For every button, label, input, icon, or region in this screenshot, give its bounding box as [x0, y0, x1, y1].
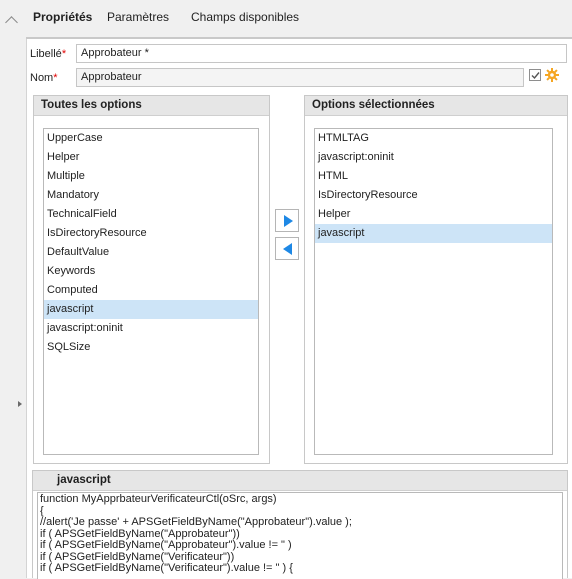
selected-options-group: Options sélectionnées HTMLTAG javascript:… [304, 95, 568, 464]
code-line: //alert('Je passe' + APSGetFieldByName("… [40, 516, 352, 528]
code-line: if ( APSGetFieldByName("Approbateur").va… [40, 539, 292, 551]
selected-options-title: Options sélectionnées [305, 96, 567, 116]
tab-champs-disponibles[interactable]: Champs disponibles [191, 10, 299, 24]
list-item[interactable]: HTMLTAG [315, 129, 552, 148]
javascript-editor-title: javascript [33, 471, 567, 491]
list-item[interactable]: javascript [44, 300, 258, 319]
list-item[interactable]: DefaultValue [44, 243, 258, 262]
nom-label: Nom* [30, 72, 58, 84]
all-options-list[interactable]: UpperCase Helper Multiple Mandatory Technica… [43, 128, 259, 455]
list-item[interactable]: IsDirectoryResource [315, 186, 552, 205]
list-item[interactable]: UpperCase [44, 129, 258, 148]
tab-proprietes[interactable]: Propriétés [33, 10, 92, 24]
tab-parametres[interactable]: Paramètres [107, 10, 169, 24]
list-item[interactable]: TechnicalField [44, 205, 258, 224]
list-item[interactable]: Mandatory [44, 186, 258, 205]
gear-icon[interactable] [545, 68, 559, 82]
javascript-editor-group: javascript function MyApprbateurVerifica… [32, 470, 568, 579]
list-item[interactable]: javascript [315, 224, 552, 243]
all-options-group: Toutes les options UpperCase Helper Multip… [33, 95, 270, 464]
selected-options-list[interactable]: HTMLTAG javascript:oninit HTML IsDirectoryR… [314, 128, 553, 455]
code-line: function MyApprbateurVerificateurCtl(oSr… [40, 493, 277, 505]
list-item[interactable]: SQLSize [44, 338, 258, 357]
list-item[interactable]: Keywords [44, 262, 258, 281]
tab-bar: Propriétés Paramètres Champs disponibles [26, 0, 572, 38]
libelle-input[interactable]: Approbateur * [76, 44, 567, 63]
list-item[interactable]: IsDirectoryResource [44, 224, 258, 243]
code-line: if ( APSGetFieldByName("Verificateur").v… [40, 562, 293, 574]
move-left-button[interactable] [275, 237, 299, 260]
list-item[interactable]: HTML [315, 167, 552, 186]
move-right-button[interactable] [275, 209, 299, 232]
nom-input[interactable]: Approbateur [76, 68, 524, 87]
checkbox-checked-icon[interactable] [529, 69, 541, 81]
chevron-right-icon[interactable] [18, 401, 22, 407]
list-item[interactable]: Multiple [44, 167, 258, 186]
list-item[interactable]: javascript:oninit [315, 148, 552, 167]
all-options-title: Toutes les options [34, 96, 269, 116]
chevron-up-icon[interactable] [5, 16, 18, 29]
list-item[interactable]: javascript:oninit [44, 319, 258, 338]
libelle-label: Libellé* [30, 48, 67, 60]
list-item[interactable]: Helper [44, 148, 258, 167]
left-sidebar [0, 0, 26, 578]
list-item[interactable]: Helper [315, 205, 552, 224]
code-editor[interactable]: function MyApprbateurVerificateurCtl(oSr… [37, 492, 563, 579]
list-item[interactable]: Computed [44, 281, 258, 300]
